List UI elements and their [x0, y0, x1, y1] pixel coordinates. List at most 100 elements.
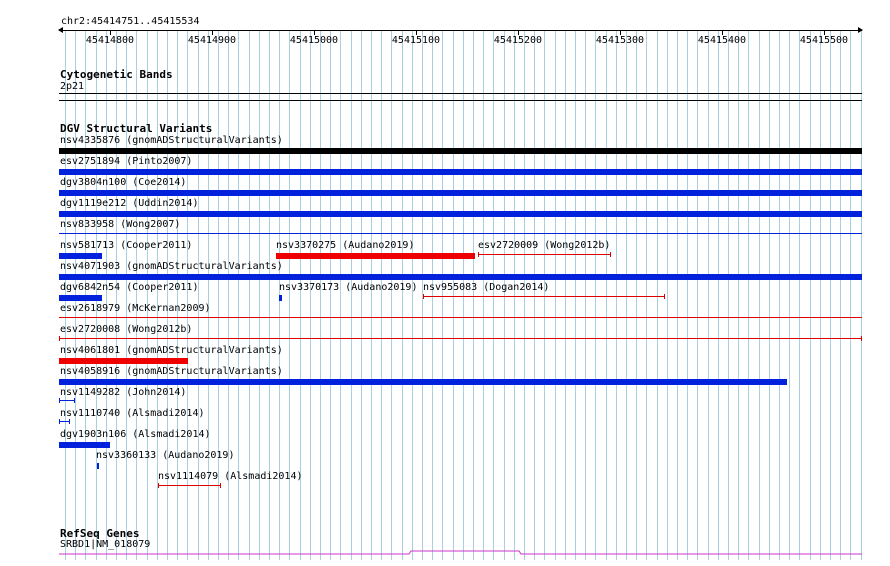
variant-feature[interactable]	[158, 483, 221, 488]
variant-feature[interactable]	[59, 211, 862, 217]
variant-feature[interactable]	[59, 379, 787, 385]
variant-feature[interactable]	[279, 295, 282, 301]
variant-label[interactable]: nsv1149282 (John2014)	[60, 387, 186, 398]
variant-label[interactable]: nsv4058916 (gnomADStructuralVariants)	[60, 366, 283, 377]
variant-line	[478, 254, 611, 255]
ruler-tick-label: 45415400	[697, 35, 747, 46]
variant-feature[interactable]	[59, 253, 102, 259]
variant-line	[59, 400, 75, 401]
variant-feature[interactable]	[97, 463, 99, 469]
variant-label[interactable]: esv2618979 (McKernan2009)	[60, 303, 211, 314]
ruler-tick-label: 45415300	[595, 35, 645, 46]
genome-browser-view: chr2:45414751..45415534 45414800 45414900…	[0, 0, 890, 566]
grid-line	[147, 30, 148, 560]
grid-line	[789, 30, 790, 560]
ruler-tick-label: 45414900	[187, 35, 237, 46]
ruler-left-arrow-icon	[58, 27, 63, 33]
grid-line	[126, 30, 127, 560]
variant-start-cap	[423, 294, 424, 299]
gene-line	[59, 550, 862, 555]
grid-line	[810, 30, 811, 560]
variant-label[interactable]: nsv1110740 (Alsmadi2014)	[60, 408, 205, 419]
variant-label[interactable]: nsv833958 (Wong2007)	[60, 219, 180, 230]
ruler-tick-label: 45414800	[85, 35, 135, 46]
grid-line	[381, 30, 382, 560]
grid-line	[779, 30, 780, 560]
variant-start-cap	[478, 252, 479, 257]
variant-feature[interactable]	[59, 317, 862, 318]
variant-label[interactable]: nsv3370275 (Audano2019)	[276, 240, 414, 251]
grid-line	[840, 30, 841, 560]
variant-feature[interactable]	[59, 442, 110, 448]
grid-line	[412, 30, 413, 560]
cytoband-label: 2p21	[60, 81, 85, 92]
variant-feature[interactable]	[59, 336, 862, 341]
ruler-tick-label: 45415100	[391, 35, 441, 46]
variant-label[interactable]: esv2720008 (Wong2012b)	[60, 324, 192, 335]
variant-feature[interactable]	[59, 398, 75, 403]
variant-feature[interactable]	[59, 233, 862, 234]
variant-end-cap	[610, 252, 611, 257]
grid-line	[330, 30, 331, 560]
grid-line	[402, 30, 403, 560]
grid-line	[759, 30, 760, 560]
variant-label[interactable]: nsv955083 (Dogan2014)	[423, 282, 549, 293]
track-title-cytogenetic-bands[interactable]: Cytogenetic Bands	[60, 68, 173, 81]
locus-label: chr2:45414751..45415534	[61, 16, 200, 27]
variant-label[interactable]: dgv1903n106 (Alsmadi2014)	[60, 429, 211, 440]
variant-feature[interactable]	[59, 295, 102, 301]
grid-line	[361, 30, 362, 560]
variant-label[interactable]: nsv4071903 (gnomADStructuralVariants)	[60, 261, 283, 272]
grid-line	[830, 30, 831, 560]
ruler-tick-label: 45415500	[799, 35, 849, 46]
ruler-tick-label: 45415000	[289, 35, 339, 46]
variant-feature[interactable]	[59, 148, 862, 154]
grid-line	[820, 30, 821, 560]
variant-feature[interactable]	[478, 252, 611, 257]
grid-line	[728, 30, 729, 560]
variant-feature[interactable]	[276, 253, 475, 259]
variant-label[interactable]: nsv1114079 (Alsmadi2014)	[158, 471, 303, 482]
variant-label[interactable]: nsv4335876 (gnomADStructuralVariants)	[60, 135, 283, 146]
variant-label[interactable]: nsv4061801 (gnomADStructuralVariants)	[60, 345, 283, 356]
cytoband-bar-bottom	[59, 100, 862, 101]
grid-line	[799, 30, 800, 560]
variant-label[interactable]: nsv3360133 (Audano2019)	[96, 450, 234, 461]
grid-line	[748, 30, 749, 560]
variant-label[interactable]: esv2751894 (Pinto2007)	[60, 156, 192, 167]
ruler-tick-label: 45415200	[493, 35, 543, 46]
gene-feature[interactable]	[59, 548, 863, 558]
variant-feature[interactable]	[59, 358, 188, 364]
grid-line	[697, 30, 698, 560]
grid-line	[769, 30, 770, 560]
grid-line	[351, 30, 352, 560]
grid-line	[861, 30, 862, 560]
grid-line	[371, 30, 372, 560]
variant-label[interactable]: nsv3370173 (Audano2019)	[279, 282, 417, 293]
variant-feature[interactable]	[59, 169, 862, 175]
grid-line	[136, 30, 137, 560]
variant-feature[interactable]	[59, 274, 862, 280]
variant-feature[interactable]	[59, 190, 862, 196]
grid-line	[116, 30, 117, 560]
variant-feature[interactable]	[423, 294, 665, 299]
grid-line	[738, 30, 739, 560]
grid-line	[391, 30, 392, 560]
variant-end-cap	[69, 419, 70, 424]
grid-line	[677, 30, 678, 560]
variant-start-cap	[59, 419, 60, 424]
variant-start-cap	[59, 336, 60, 341]
grid-line	[718, 30, 719, 560]
ruler-right-arrow-icon	[858, 27, 863, 33]
variant-feature[interactable]	[59, 419, 70, 424]
variant-label[interactable]: dgv6842n54 (Cooper2011)	[60, 282, 198, 293]
variant-label[interactable]: esv2720009 (Wong2012b)	[478, 240, 610, 251]
variant-label[interactable]: dgv3804n100 (Coe2014)	[60, 177, 186, 188]
track-title-dgv[interactable]: DGV Structural Variants	[60, 122, 212, 135]
variant-label[interactable]: dgv1119e212 (Uddin2014)	[60, 198, 198, 209]
variant-line	[59, 338, 862, 339]
variant-label[interactable]: nsv581713 (Cooper2011)	[60, 240, 192, 251]
variant-end-cap	[74, 398, 75, 403]
variant-line	[423, 296, 665, 297]
variant-end-cap	[220, 483, 221, 488]
